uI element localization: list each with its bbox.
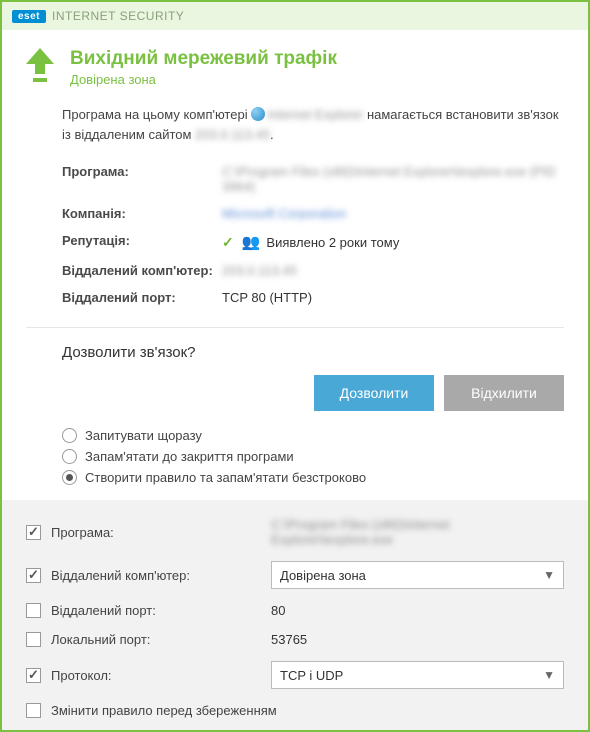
reputation-text: Виявлено 2 роки тому bbox=[266, 235, 399, 250]
rule-program-value: C:\Program Files (x86)\Internet Explorer… bbox=[271, 517, 564, 547]
rule-edit-before-save-label: Змінити правило перед збереженням bbox=[51, 703, 277, 718]
value-remote-port: TCP 80 (HTTP) bbox=[222, 290, 564, 305]
body: Програма на цьому комп'ютері Internet Ex… bbox=[2, 97, 588, 338]
chk-protocol[interactable] bbox=[26, 668, 41, 683]
label-reputation: Репутація: bbox=[62, 233, 222, 251]
radio-remember-until-close[interactable]: Запам'ятати до закриття програми bbox=[62, 446, 564, 467]
info-table: Програма: C:\Program Files (x86)\Interne… bbox=[62, 158, 564, 311]
select-protocol-value: TCP і UDP bbox=[280, 668, 343, 683]
chk-program[interactable] bbox=[26, 525, 41, 540]
rule-remote-port: Віддалений порт: 80 bbox=[26, 596, 564, 625]
row-reputation: Репутація: ✓ 👥 Виявлено 2 роки тому bbox=[62, 227, 564, 257]
intro-part1: Програма на цьому комп'ютері bbox=[62, 107, 251, 122]
chk-remote-port[interactable] bbox=[26, 603, 41, 618]
rule-panel: Програма: C:\Program Files (x86)\Interne… bbox=[2, 500, 588, 730]
intro-site: 203.0.113.45 bbox=[195, 127, 270, 142]
rule-protocol: Протокол: TCP і UDP ▼ bbox=[26, 654, 564, 696]
radio-create-rule-input[interactable] bbox=[62, 470, 77, 485]
label-remote-port: Віддалений порт: bbox=[62, 290, 222, 305]
radio-ask-every-time[interactable]: Запитувати щоразу bbox=[62, 425, 564, 446]
intro-app-name: Internet Explorer bbox=[267, 107, 363, 122]
users-icon: 👥 bbox=[242, 233, 259, 251]
row-remote-host: Віддалений комп'ютер: 203.0.113.45 bbox=[62, 257, 564, 284]
value-remote-host: 203.0.113.45 bbox=[222, 263, 564, 278]
rule-local-port-value: 53765 bbox=[271, 632, 564, 647]
check-icon: ✓ bbox=[222, 234, 234, 251]
select-remote-host[interactable]: Довірена зона ▼ bbox=[271, 561, 564, 589]
label-company: Компанія: bbox=[62, 206, 222, 221]
content: Вихідний мережевий трафік Довірена зона … bbox=[2, 30, 588, 730]
row-company: Компанія: Microsoft Corporation bbox=[62, 200, 564, 227]
brand-badge: eset bbox=[12, 10, 46, 23]
rule-local-port: Локальний порт: 53765 bbox=[26, 625, 564, 654]
rule-program-label: Програма: bbox=[51, 525, 261, 540]
chk-edit-before-save[interactable] bbox=[26, 703, 41, 718]
dialog-window: eset INTERNET SECURITY Вихідний мережеви… bbox=[0, 0, 590, 732]
rule-remote-host: Віддалений комп'ютер: Довірена зона ▼ bbox=[26, 554, 564, 596]
header-titles: Вихідний мережевий трафік Довірена зона bbox=[70, 48, 337, 87]
radio-remember-close-input[interactable] bbox=[62, 449, 77, 464]
rule-local-port-label: Локальний порт: bbox=[51, 632, 261, 647]
radio-remember-close-label: Запам'ятати до закриття програми bbox=[85, 449, 294, 464]
remember-options: Запитувати щоразу Запам'ятати до закритт… bbox=[2, 425, 588, 500]
header: Вихідний мережевий трафік Довірена зона bbox=[2, 30, 588, 97]
radio-create-rule[interactable]: Створити правило та запам'ятати безстрок… bbox=[62, 467, 564, 488]
button-row: Дозволити Відхилити bbox=[2, 375, 588, 425]
divider bbox=[26, 327, 564, 328]
chk-remote-host[interactable] bbox=[26, 568, 41, 583]
value-program: C:\Program Files (x86)\Internet Explorer… bbox=[222, 164, 564, 194]
row-program: Програма: C:\Program Files (x86)\Interne… bbox=[62, 158, 564, 200]
chk-local-port[interactable] bbox=[26, 632, 41, 647]
row-remote-port: Віддалений порт: TCP 80 (HTTP) bbox=[62, 284, 564, 311]
label-remote-host: Віддалений комп'ютер: bbox=[62, 263, 222, 278]
select-remote-host-value: Довірена зона bbox=[280, 568, 366, 583]
dialog-subtitle: Довірена зона bbox=[70, 72, 337, 87]
intro-text: Програма на цьому комп'ютері Internet Ex… bbox=[62, 105, 564, 144]
titlebar: eset INTERNET SECURITY bbox=[2, 2, 588, 30]
label-program: Програма: bbox=[62, 164, 222, 194]
rule-remote-port-value: 80 bbox=[271, 603, 564, 618]
rule-edit-before-save: Змінити правило перед збереженням bbox=[26, 696, 564, 725]
rule-remote-host-label: Віддалений комп'ютер: bbox=[51, 568, 261, 583]
value-reputation: ✓ 👥 Виявлено 2 роки тому bbox=[222, 233, 564, 251]
dialog-title: Вихідний мережевий трафік bbox=[70, 48, 337, 70]
rule-protocol-label: Протокол: bbox=[51, 668, 261, 683]
outgoing-traffic-icon bbox=[26, 48, 54, 82]
radio-ask-input[interactable] bbox=[62, 428, 77, 443]
value-company: Microsoft Corporation bbox=[222, 206, 564, 221]
product-name: INTERNET SECURITY bbox=[52, 9, 184, 23]
rule-program: Програма: C:\Program Files (x86)\Interne… bbox=[26, 510, 564, 554]
chevron-down-icon: ▼ bbox=[543, 568, 555, 582]
question-text: Дозволити зв'язок? bbox=[62, 338, 588, 375]
allow-button[interactable]: Дозволити bbox=[314, 375, 434, 411]
radio-create-rule-label: Створити правило та запам'ятати безстрок… bbox=[85, 470, 366, 485]
select-protocol[interactable]: TCP і UDP ▼ bbox=[271, 661, 564, 689]
radio-ask-label: Запитувати щоразу bbox=[85, 428, 202, 443]
chevron-down-icon: ▼ bbox=[543, 668, 555, 682]
rule-remote-port-label: Віддалений порт: bbox=[51, 603, 261, 618]
deny-button[interactable]: Відхилити bbox=[444, 375, 564, 411]
ie-icon bbox=[251, 107, 265, 121]
